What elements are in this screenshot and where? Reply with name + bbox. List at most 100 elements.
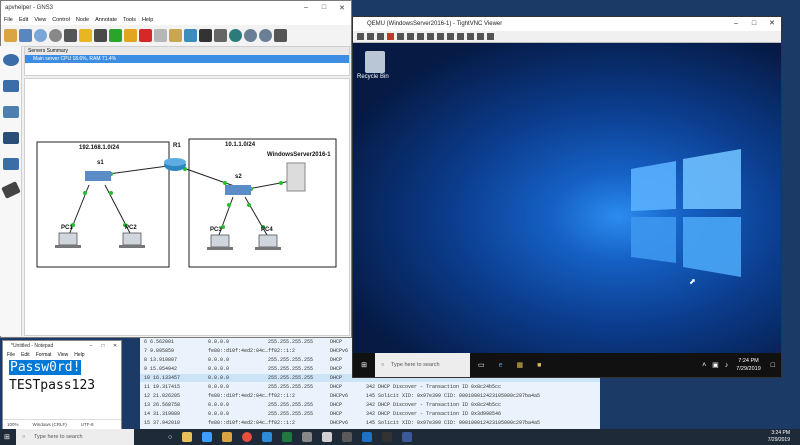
outlook-icon[interactable] [262,432,273,442]
zoom-fit-icon[interactable] [477,33,484,40]
file-explorer-icon[interactable] [182,432,193,442]
edge-icon[interactable]: e [499,362,503,369]
np-menu-format[interactable]: Format [36,351,52,359]
all-devices-icon[interactable] [3,158,19,170]
recycle-bin-label[interactable]: Recycle Bin [357,74,389,80]
minimize-icon[interactable]: – [727,17,745,31]
screenshot-icon[interactable] [274,29,287,42]
remote-desktop[interactable]: Recycle Bin ⬈ ⊞ ○ Type here to search ▭ … [353,43,781,377]
switch-category-icon[interactable] [3,80,19,92]
zoom-in-icon[interactable] [447,33,454,40]
menu-view[interactable]: View [34,17,46,23]
clock-icon[interactable] [49,29,62,42]
new-connection-icon[interactable] [357,33,364,40]
server-manager-icon[interactable]: ■ [537,362,541,369]
edge-icon[interactable] [202,432,213,442]
zoom-out-icon[interactable] [259,29,272,42]
tray-chevron-icon[interactable]: ˄ [702,362,706,369]
save-icon[interactable] [19,29,32,42]
folder-icon[interactable] [222,432,233,442]
terminal-icon[interactable] [382,432,393,442]
save-icon[interactable] [367,33,374,40]
server-status-row[interactable]: Main server CPU 18.6%, RAM 71.4% [25,55,349,63]
zoom-out-icon[interactable] [457,33,464,40]
pause-icon[interactable] [387,33,394,40]
selected-text[interactable]: Passw0rd! [9,360,82,375]
start-icon[interactable]: ⊞ [4,433,10,441]
text-line[interactable]: TESTpass123 [9,377,121,395]
packet-row[interactable]: 11 19.317415 0.0.0.0 255.255.255.255 DHCP 34… [140,383,600,391]
start-icon[interactable]: ⊞ [353,361,375,369]
snapshot-icon[interactable] [34,29,47,42]
settings-icon[interactable] [302,432,313,442]
notepad-app-icon[interactable] [402,432,413,442]
start-all-icon[interactable] [109,29,122,42]
menu-file[interactable]: File [4,17,13,23]
file-explorer-icon[interactable]: ▦ [517,361,524,369]
close-icon[interactable]: ✕ [763,17,781,31]
vnc-app-icon[interactable] [342,432,353,442]
security-category-icon[interactable] [3,132,19,144]
np-menu-view[interactable]: View [58,351,69,359]
zoom-in-icon[interactable] [244,29,257,42]
menu-tools[interactable]: Tools [123,17,136,23]
np-menu-file[interactable]: File [7,351,15,359]
maximize-icon[interactable]: □ [315,4,333,12]
suspend-icon[interactable] [124,29,137,42]
gns3-app-icon[interactable] [322,432,333,442]
wireshark-icon[interactable] [362,432,373,442]
fullscreen-icon[interactable] [487,33,494,40]
notifications-icon[interactable]: □ [771,362,775,369]
zoom-fit-icon[interactable] [229,29,242,42]
ctrl-key-icon[interactable] [427,33,434,40]
terminal-icon[interactable] [94,29,107,42]
router-category-icon[interactable] [3,54,19,66]
topology-canvas[interactable]: 192.168.1.0/24 10.1.1.0/24 R1 s1 s2 Wind… [24,78,350,336]
recycle-bin-icon[interactable] [365,51,385,73]
np-menu-help[interactable]: Help [74,351,84,359]
ellipse-icon[interactable] [214,29,227,42]
menu-node[interactable]: Node [76,17,89,23]
menu-annotate[interactable]: Annotate [95,17,117,23]
refresh-icon[interactable] [377,33,384,40]
volume-icon[interactable]: ♪ [725,362,729,369]
packet-row[interactable]: 15 37.942010 fe80::d10f:4ed2:04c… ff02::1:… [140,419,600,427]
close-icon[interactable]: ✕ [109,341,121,351]
excel-icon[interactable] [282,432,293,442]
remote-clock[interactable]: 7:24 PM 7/29/2019 [736,357,760,373]
console-icon[interactable] [64,29,77,42]
host-clock[interactable]: 3:24 PM 7/29/2019 [768,430,800,444]
open-folder-icon[interactable] [4,29,17,42]
pause-all-icon[interactable] [79,29,92,42]
menu-edit[interactable]: Edit [19,17,28,23]
packet-row[interactable]: 13 26.568758 0.0.0.0 255.255.255.255 DHCP 34… [140,401,600,409]
packet-row[interactable]: 12 21.026205 fe80::d10f:4ed2:04c… ff02::1:… [140,392,600,400]
end-device-category-icon[interactable] [3,106,19,118]
minimize-icon[interactable]: – [297,4,315,12]
options-icon[interactable] [397,33,404,40]
link-cable-icon[interactable] [1,181,21,199]
zoom-100-icon[interactable] [467,33,474,40]
remote-search-box[interactable]: ○ Type here to search [375,353,470,377]
chrome-icon[interactable] [242,432,253,442]
maximize-icon[interactable]: □ [745,17,763,31]
maximize-icon[interactable]: □ [97,341,109,351]
packet-row[interactable]: 14 31.319089 0.0.0.0 255.255.255.255 DHCP 34… [140,410,600,418]
draw-rect-icon[interactable] [199,29,212,42]
task-view-icon[interactable]: ○ [168,434,172,441]
network-icon[interactable]: ▣ [712,361,719,369]
notepad-editor[interactable]: Passw0rd! TESTpass123 [3,359,121,395]
close-icon[interactable]: ✕ [333,4,351,12]
menu-control[interactable]: Control [52,17,70,23]
info-icon[interactable] [407,33,414,40]
np-menu-edit[interactable]: Edit [21,351,30,359]
reload-icon[interactable] [154,29,167,42]
minimize-icon[interactable]: – [85,341,97,351]
task-view-icon[interactable]: ▭ [478,361,485,369]
menu-help[interactable]: Help [142,17,153,23]
note-icon[interactable] [169,29,182,42]
stop-all-icon[interactable] [139,29,152,42]
ctrl-alt-del-icon[interactable] [417,33,424,40]
host-search-box[interactable]: ○ Type here to search [16,429,134,445]
alt-key-icon[interactable] [437,33,444,40]
